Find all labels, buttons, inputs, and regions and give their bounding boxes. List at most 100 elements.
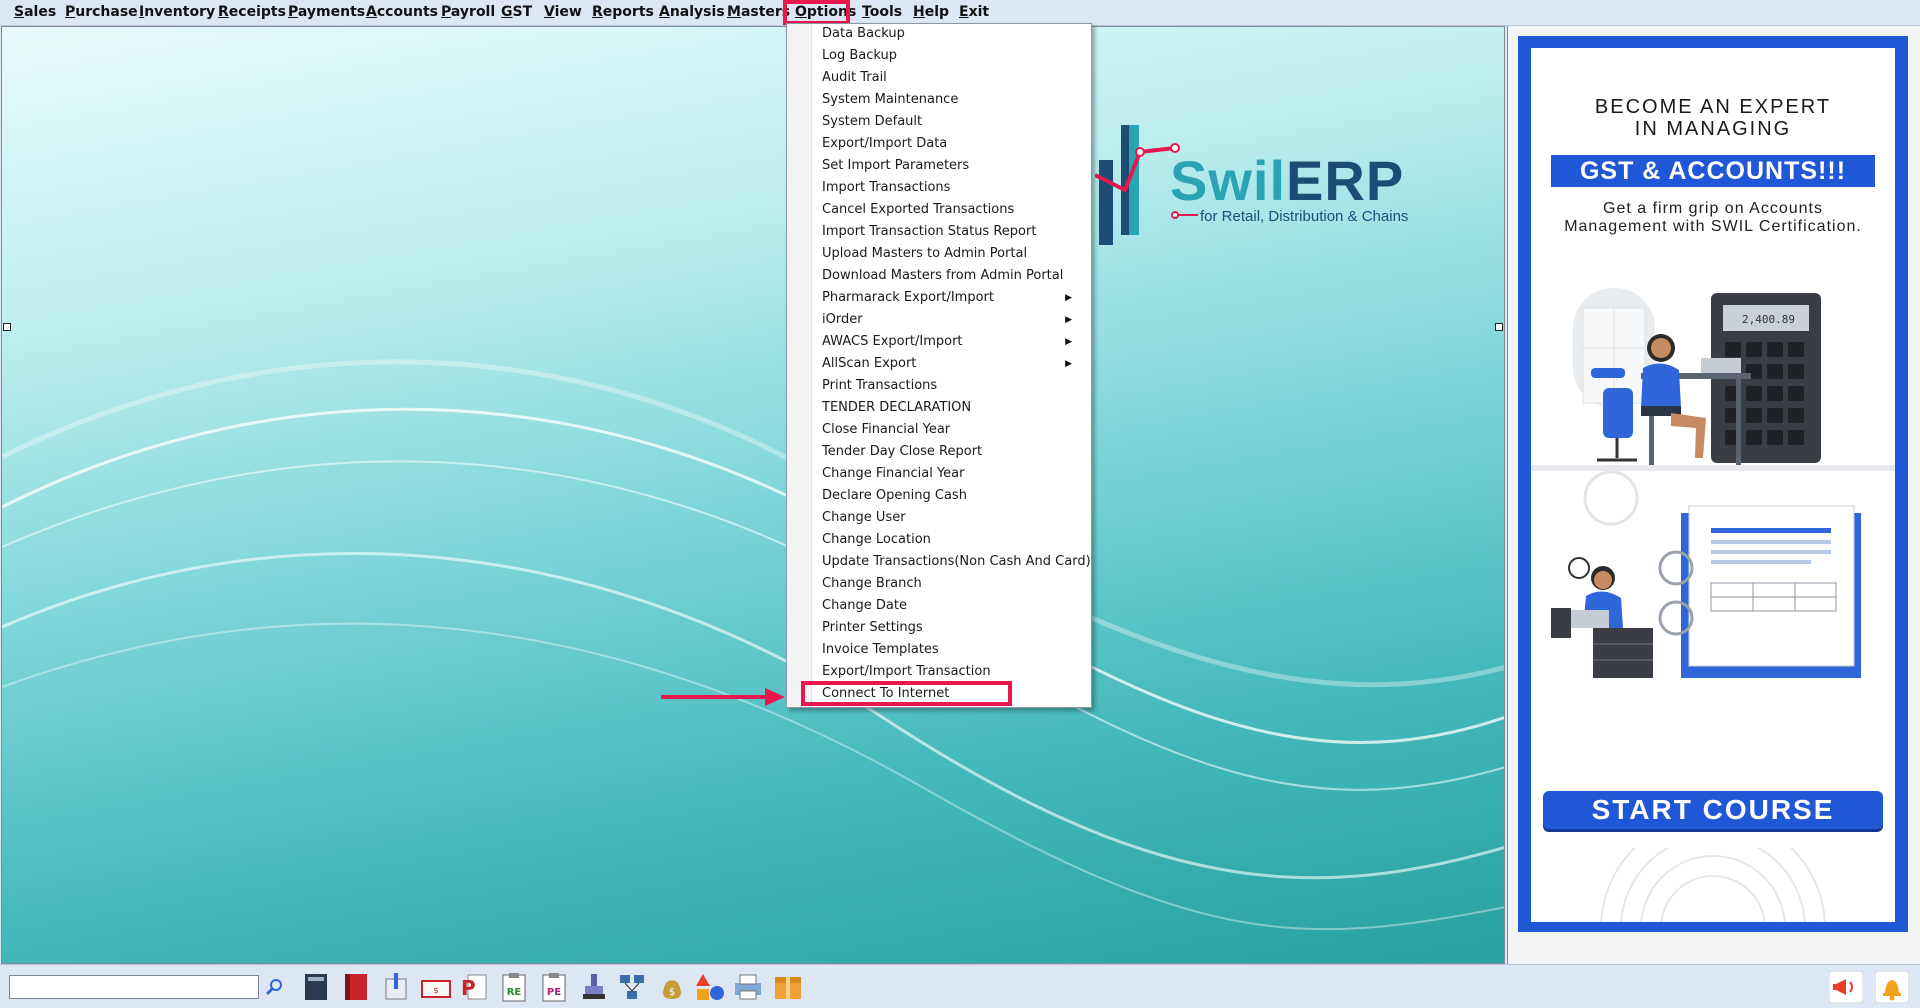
calculator-key [1767,430,1783,445]
pen-doc-icon[interactable] [380,971,412,1003]
menu-tools[interactable]: Tools [862,4,902,20]
menu-mnemonic: P [288,4,298,20]
menu-label: nventory [144,4,216,20]
menu-exit[interactable]: Exit [959,4,989,20]
options-menu-item-system-default[interactable]: System Default [822,112,1082,132]
options-menu-item-upload-masters-to-admin-portal[interactable]: Upload Masters to Admin Portal [822,244,1082,264]
menu-item-label: Invoice Templates [822,642,939,657]
menu-view[interactable]: View [544,4,582,20]
options-menu-item-tender-day-close-report[interactable]: Tender Day Close Report [822,442,1082,462]
submenu-arrow-icon: ▶ [1065,359,1072,369]
options-menu-item-set-import-parameters[interactable]: Set Import Parameters [822,156,1082,176]
pe-clipboard-icon[interactable]: PE [538,971,570,1003]
re-clipboard-icon[interactable]: RE [498,971,530,1003]
menu-inventory[interactable]: Inventory [139,4,215,20]
menu-item-label: Change Location [822,532,931,547]
network-icon[interactable] [616,971,648,1003]
money-bag-icon[interactable]: $ [656,971,688,1003]
options-menu-item-invoice-templates[interactable]: Invoice Templates [822,640,1082,660]
menu-item-label: Change User [822,510,906,525]
options-menu-item-audit-trail[interactable]: Audit Trail [822,68,1082,88]
submenu-arrow-icon: ▶ [1065,337,1072,347]
documents-icon [1681,505,1861,678]
menu-mnemonic: G [501,4,513,20]
printer-icon[interactable] [732,971,764,1003]
menu-reports[interactable]: Reports [592,4,654,20]
logo-brand-swil: Swil [1170,149,1287,212]
menu-mnemonic: A [366,4,377,20]
menu-help[interactable]: Help [913,4,949,20]
search-icon[interactable] [264,977,284,997]
calculator-key [1788,342,1804,357]
shapes-icon[interactable] [694,971,726,1003]
menu-mnemonic: T [862,4,870,20]
options-menu-item-printer-settings[interactable]: Printer Settings [822,618,1082,638]
menu-purchase[interactable]: Purchase [65,4,138,20]
options-menu-item-export-import-data[interactable]: Export/Import Data [822,134,1082,154]
options-menu-item-data-backup[interactable]: Data Backup [822,24,1082,44]
package-box-icon[interactable] [772,971,804,1003]
menu-gutter [787,24,812,707]
calculator-key [1788,430,1804,445]
menu-masters[interactable]: Masters [727,4,790,20]
red-book-icon[interactable] [340,971,372,1003]
ledger-book-icon[interactable] [300,971,332,1003]
options-menu-item-awacs-export-import[interactable]: AWACS Export/Import ▶ [822,332,1082,352]
menu-payments[interactable]: Payments [288,4,365,20]
menu-label: nalysis [669,4,725,20]
quick-search-input[interactable] [9,975,259,999]
menu-item-label: iOrder [822,312,863,327]
menu-item-label: System Maintenance [822,92,959,107]
start-course-button[interactable]: START COURSE [1543,791,1883,829]
options-menu-item-update-transactions-non-cash-and-card[interactable]: Update Transactions(Non Cash And Card) [822,552,1091,572]
menu-mnemonic: R [218,4,229,20]
logo-brand-erp: ERP [1286,149,1405,212]
ad-highlight-banner: GST & ACCOUNTS!!! [1551,155,1875,187]
options-menu-item-cancel-exported-transactions[interactable]: Cancel Exported Transactions [822,200,1082,220]
notification-bell-icon[interactable] [1875,971,1909,1003]
pdf-document-icon[interactable]: P [458,971,490,1003]
menu-item-label: Printer Settings [822,620,923,635]
menu-label: urchase [75,4,138,20]
resize-handle-right[interactable] [1495,323,1503,331]
svg-text:2,400.89: 2,400.89 [1742,313,1795,326]
options-menu-item-print-transactions[interactable]: Print Transactions [822,376,1082,396]
stamp-icon[interactable] [578,971,610,1003]
menu-item-label: Tender Day Close Report [822,444,983,459]
ad-subtitle-line-2: Management with SWIL Certification. [1564,218,1862,235]
options-menu-item-download-masters-from-admin-portal[interactable]: Download Masters from Admin Portal [822,266,1082,286]
ad-card[interactable]: BECOME AN EXPERT IN MANAGING GST & ACCOU… [1531,48,1895,922]
options-menu-item-allscan-export[interactable]: AllScan Export ▶ [822,354,1082,374]
menu-payroll[interactable]: Payroll [441,4,495,20]
options-menu-item-change-branch[interactable]: Change Branch [822,574,1082,594]
options-menu-item-change-location[interactable]: Change Location [822,530,1082,550]
announcement-icon[interactable] [1829,971,1863,1003]
logo-tagline: for Retail, Distribution & Chains [1200,208,1409,225]
pointer-arrow-icon [661,688,785,706]
menu-receipts[interactable]: Receipts [218,4,286,20]
options-menu-item-change-user[interactable]: Change User [822,508,1082,528]
options-menu-item-pharmarack-export-import[interactable]: Pharmarack Export/Import ▶ [822,288,1082,308]
menu-gst[interactable]: GST [501,4,532,20]
options-menu-item-import-transaction-status-report[interactable]: Import Transaction Status Report [822,222,1082,242]
options-menu-item-change-date[interactable]: Change Date [822,596,1082,616]
options-menu-item-close-financial-year[interactable]: Close Financial Year [822,420,1082,440]
options-menu-item-system-maintenance[interactable]: System Maintenance [822,90,1082,110]
options-menu-item-declare-opening-cash[interactable]: Declare Opening Cash [822,486,1082,506]
svg-text:PE: PE [547,987,561,998]
cash-book-icon[interactable]: $ [420,971,452,1003]
menu-sales[interactable]: Sales [14,4,56,20]
menu-item-label: Upload Masters to Admin Portal [822,246,1028,261]
options-menu-item-export-import-transaction[interactable]: Export/Import Transaction [822,662,1082,682]
options-menu-item-change-financial-year[interactable]: Change Financial Year [822,464,1082,484]
menu-item-label: Audit Trail [822,70,887,85]
menu-item-label: Import Transaction Status Report [822,224,1037,239]
resize-handle-left[interactable] [3,323,11,331]
menu-label: ools [869,4,903,20]
menu-analysis[interactable]: Analysis [659,4,725,20]
menu-accounts[interactable]: Accounts [366,4,438,20]
options-menu-item-log-backup[interactable]: Log Backup [822,46,1082,66]
options-menu-item-import-transactions[interactable]: Import Transactions [822,178,1082,198]
options-menu-item-tender-declaration[interactable]: TENDER DECLARATION [822,398,1082,418]
options-menu-item-iorder[interactable]: iOrder ▶ [822,310,1082,330]
